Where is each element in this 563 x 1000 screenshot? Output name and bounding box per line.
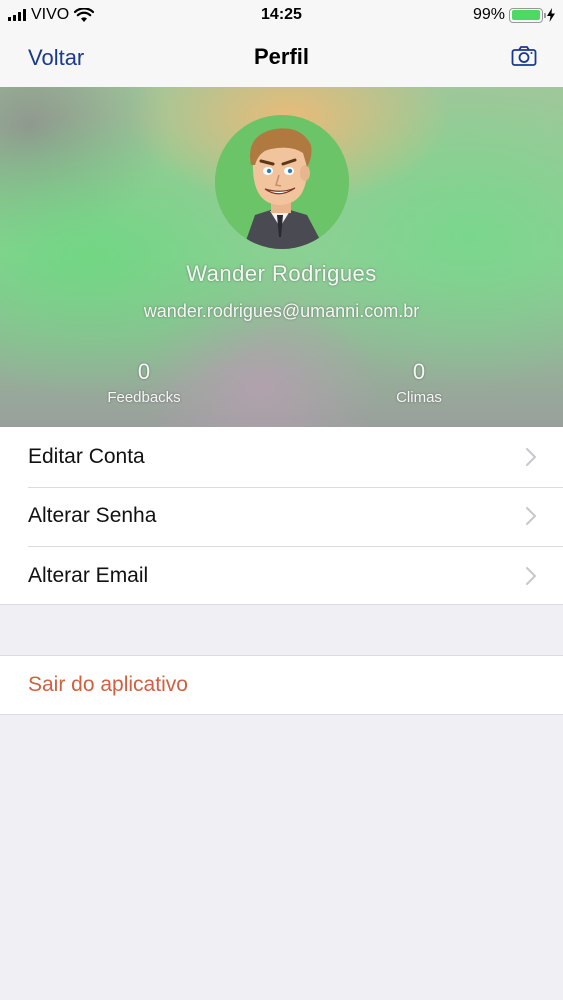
menu-item-label: Editar Conta [28, 444, 145, 468]
profile-name: Wander Rodrigues [186, 261, 377, 286]
logout-button[interactable]: Sair do aplicativo [0, 655, 563, 715]
battery-percent: 99% [472, 6, 505, 23]
charging-bolt-icon [547, 8, 555, 22]
avatar[interactable] [215, 115, 349, 249]
status-bar: VIVO 14:25 99% [0, 0, 563, 30]
stat-label: Climas [396, 389, 442, 406]
logout-label: Sair do aplicativo [28, 673, 188, 696]
menu-item-editar-conta[interactable]: Editar Conta [0, 427, 563, 487]
chevron-right-icon [526, 507, 536, 526]
avatar-illustration [215, 115, 349, 249]
stat-label: Feedbacks [107, 389, 181, 406]
menu-item-alterar-senha[interactable]: Alterar Senha [0, 486, 563, 547]
chevron-right-icon [526, 566, 536, 585]
profile-header: Wander Rodrigues wander.rodrigues@umanni… [0, 87, 563, 427]
menu-item-label: Alterar Senha [28, 504, 157, 528]
navigation-bar: Voltar Perfil [0, 30, 563, 87]
battery-fill [511, 10, 541, 20]
menu-item-alterar-email[interactable]: Alterar Email [0, 546, 563, 606]
stat-feedbacks[interactable]: 0 Feedbacks [84, 359, 204, 406]
profile-email: wander.rodrigues@umanni.com.br [143, 301, 420, 321]
status-right: 99% [473, 6, 555, 24]
settings-list: Editar Conta Alterar Senha Alterar Email [0, 427, 563, 605]
stat-climas[interactable]: 0 Climas [359, 359, 479, 406]
menu-item-label: Alterar Email [28, 563, 149, 587]
page-title: Perfil [253, 44, 310, 69]
stat-value: 0 [412, 359, 426, 384]
camera-icon[interactable] [511, 44, 537, 68]
battery-icon [509, 7, 546, 23]
chevron-right-icon [526, 447, 536, 466]
stat-value: 0 [137, 359, 151, 384]
